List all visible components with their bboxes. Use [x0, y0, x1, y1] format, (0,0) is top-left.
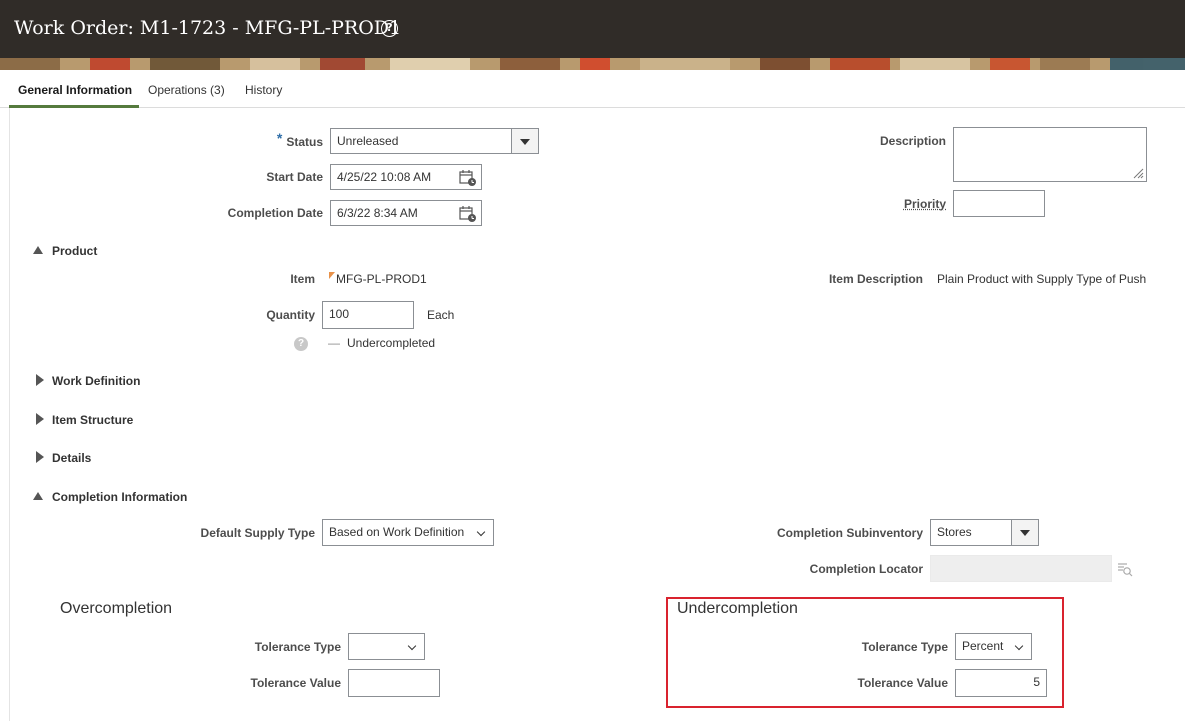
description-textarea[interactable] [953, 127, 1147, 182]
under-tolerance-type-select[interactable]: Percent [955, 633, 1032, 660]
section-work-definition[interactable]: Work Definition [52, 374, 140, 388]
under-tolerance-type-label: Tolerance Type [861, 640, 948, 654]
tab-operations[interactable]: Operations (3) [148, 83, 225, 97]
quantity-label: Quantity [266, 308, 315, 322]
completion-locator-label: Completion Locator [809, 562, 923, 576]
tab-general-information[interactable]: General Information [18, 83, 132, 97]
content-divider [9, 108, 10, 721]
overcompletion-heading: Overcompletion [60, 600, 173, 617]
resize-handle-icon[interactable] [1132, 167, 1144, 179]
priority-input[interactable] [953, 190, 1045, 217]
uom-value: Each [427, 308, 455, 322]
default-supply-type-select[interactable]: Based on Work Definition [322, 519, 494, 546]
under-tolerance-value-input[interactable]: 5 [955, 669, 1047, 697]
over-tolerance-value-input[interactable] [348, 669, 440, 697]
active-tab-indicator [9, 105, 139, 108]
question-circle-icon[interactable]: ? [381, 20, 398, 37]
calendar-icon[interactable] [459, 169, 477, 187]
item-description-label: Item Description [828, 272, 923, 286]
collapsed-triangle-icon[interactable] [36, 374, 44, 386]
priority-label: Priority [903, 197, 946, 211]
collapsed-triangle-icon[interactable] [36, 413, 44, 425]
over-tolerance-type-label: Tolerance Type [254, 640, 341, 654]
undercompletion-heading: Undercompletion [677, 600, 798, 617]
help-circle-icon[interactable]: ? [294, 337, 308, 351]
page-header: Work Order: M1-1723 - MFG-PL-PROD1 ? [0, 0, 1185, 58]
tab-history[interactable]: History [245, 83, 282, 97]
chevron-down-icon [407, 641, 417, 651]
chevron-down-icon [1014, 641, 1024, 651]
under-tolerance-value-label: Tolerance Value [857, 676, 949, 690]
description-label: Description [879, 134, 946, 148]
section-product[interactable]: Product [52, 244, 97, 258]
expanded-triangle-icon[interactable] [33, 246, 43, 254]
section-completion-information[interactable]: Completion Information [52, 490, 187, 504]
decorative-banner [0, 58, 1185, 70]
default-supply-type-label: Default Supply Type [200, 526, 315, 540]
chevron-down-icon[interactable] [511, 129, 538, 153]
item-description-value: Plain Product with Supply Type of Push [937, 272, 1147, 286]
over-tolerance-value-label: Tolerance Value [250, 676, 342, 690]
start-date-label: Start Date [266, 170, 323, 184]
completion-subinventory-label: Completion Subinventory [776, 526, 923, 540]
completion-subinventory-select[interactable]: Stores [930, 519, 1039, 546]
completion-locator-input [930, 555, 1112, 582]
section-details[interactable]: Details [52, 451, 91, 465]
status-select[interactable]: Unreleased [330, 128, 539, 154]
item-flag-icon [329, 272, 335, 279]
completion-date-input[interactable]: 6/3/22 8:34 AM [330, 200, 482, 226]
chevron-down-icon[interactable] [1011, 520, 1038, 545]
item-value: MFG-PL-PROD1 [336, 272, 427, 286]
calendar-icon[interactable] [459, 205, 477, 223]
tab-bar: General Information Operations (3) Histo… [0, 70, 1185, 108]
page-title: Work Order: M1-1723 - MFG-PL-PROD1 [14, 17, 402, 39]
quantity-input[interactable]: 100 [322, 301, 414, 329]
undercompleted-label: Undercompleted [347, 336, 436, 350]
expanded-triangle-icon[interactable] [33, 492, 43, 500]
completion-date-label: Completion Date [227, 206, 323, 220]
undercompleted-dash: — [328, 336, 340, 350]
item-label: Item [290, 272, 315, 286]
search-list-icon[interactable] [1117, 561, 1133, 577]
status-label: * Status [276, 130, 323, 149]
collapsed-triangle-icon[interactable] [36, 451, 44, 463]
over-tolerance-type-select[interactable] [348, 633, 425, 660]
start-date-input[interactable]: 4/25/22 10:08 AM [330, 164, 482, 190]
required-indicator: * [276, 130, 283, 146]
chevron-down-icon [476, 527, 486, 537]
section-item-structure[interactable]: Item Structure [52, 413, 133, 427]
